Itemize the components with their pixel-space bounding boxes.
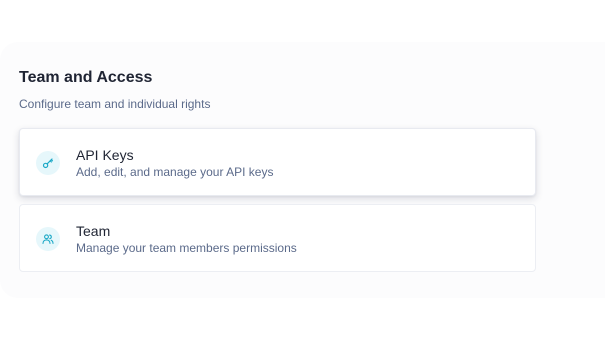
api-keys-description: Add, edit, and manage your API keys <box>76 165 274 179</box>
section-subtitle: Configure team and individual rights <box>19 97 211 111</box>
team-title: Team <box>76 223 111 239</box>
team-description: Manage your team members permissions <box>76 241 297 255</box>
users-icon <box>36 227 60 251</box>
section-title: Team and Access <box>19 69 153 86</box>
team-card[interactable]: Team Manage your team members permission… <box>19 204 536 272</box>
api-keys-card[interactable]: API Keys Add, edit, and manage your API … <box>19 128 536 196</box>
key-icon <box>36 151 60 175</box>
api-keys-title: API Keys <box>76 147 134 163</box>
team-and-access-panel: Team and Access Configure team and indiv… <box>0 42 605 298</box>
